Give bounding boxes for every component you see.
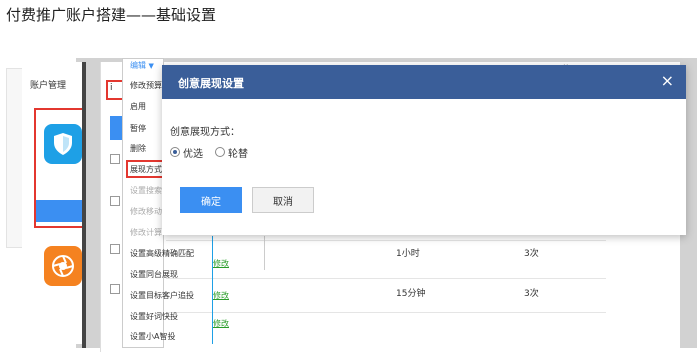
shield-app-tile[interactable] (44, 124, 82, 164)
display-mode-options: 优选 轮替 (170, 145, 260, 160)
menu-item-enable[interactable]: 启用 (130, 101, 146, 112)
aperture-icon (52, 255, 74, 277)
edit-label: 编辑 (130, 61, 146, 70)
option-label: 轮替 (228, 148, 248, 160)
account-management-label[interactable]: 账户管理 (30, 78, 66, 91)
menu-item-display-mode[interactable]: 展现方式 (130, 164, 162, 175)
row-checkbox[interactable] (110, 154, 120, 164)
caret-down-icon: ▼ (148, 62, 154, 70)
option-preferred[interactable]: 优选 (170, 145, 203, 160)
count-cell: 3次 (524, 249, 539, 259)
dialog-title: 创意展现设置 (178, 77, 244, 90)
panel-divider (82, 62, 86, 348)
dialog-header: 创意展现设置 × (162, 65, 686, 99)
option-rotate[interactable]: 轮替 (215, 145, 248, 160)
slide-title: 付费推广账户搭建——基础设置 (6, 6, 217, 24)
menu-item-good-words[interactable]: 设置好词快投 (130, 311, 178, 322)
radio-selected-icon[interactable] (170, 147, 180, 157)
row-checkbox[interactable] (110, 244, 120, 254)
count-cell: 3次 (524, 289, 539, 299)
row-divider (166, 278, 606, 279)
shield-icon (54, 133, 72, 155)
menu-item-pause[interactable]: 暂停 (130, 123, 146, 134)
menu-item-delete[interactable]: 删除 (130, 143, 146, 154)
menu-item-modify-calc[interactable]: 修改计算 (130, 227, 162, 238)
option-label: 优选 (183, 148, 203, 160)
menu-item-xiao-a[interactable]: 设置小A智投 (130, 331, 175, 342)
cancel-button[interactable]: 取消 (252, 187, 314, 213)
menu-item-target-retarget[interactable]: 设置目标客户追投 (130, 290, 194, 301)
time-cell: 15分钟 (396, 289, 426, 299)
selected-app-strip[interactable] (36, 200, 86, 222)
close-icon[interactable]: × (661, 71, 674, 90)
menu-item-modify-budget[interactable]: 修改预算 (130, 80, 162, 91)
row-divider (166, 312, 606, 313)
menu-item-same-platform[interactable]: 设置同台展现 (130, 269, 178, 280)
edit-link[interactable]: 修改 (213, 258, 229, 269)
confirm-button[interactable]: 确定 (180, 187, 242, 213)
row-checkbox[interactable] (110, 284, 120, 294)
display-mode-label: 创意展现方式： (170, 127, 240, 138)
menu-item-set-search[interactable]: 设置搜索 (130, 185, 162, 196)
menu-item-modify-mobile[interactable]: 修改移动 (130, 206, 162, 217)
edit-dropdown-toggle[interactable]: 编辑 ▼ (130, 60, 154, 71)
column-divider (264, 236, 265, 270)
creative-display-dialog: 创意展现设置 × 创意展现方式： 优选 轮替 确定 取消 (162, 65, 686, 235)
edit-link[interactable]: 修改 (213, 318, 229, 329)
column-label: i (110, 83, 113, 93)
orange-app-tile[interactable] (44, 246, 82, 286)
time-cell: 1小时 (396, 249, 420, 259)
menu-item-advanced-match[interactable]: 设置高级精确匹配 (130, 248, 194, 259)
row-checkbox[interactable] (110, 196, 120, 206)
edit-link[interactable]: 修改 (213, 290, 229, 301)
radio-unselected-icon[interactable] (215, 147, 225, 157)
row-divider (166, 240, 606, 241)
